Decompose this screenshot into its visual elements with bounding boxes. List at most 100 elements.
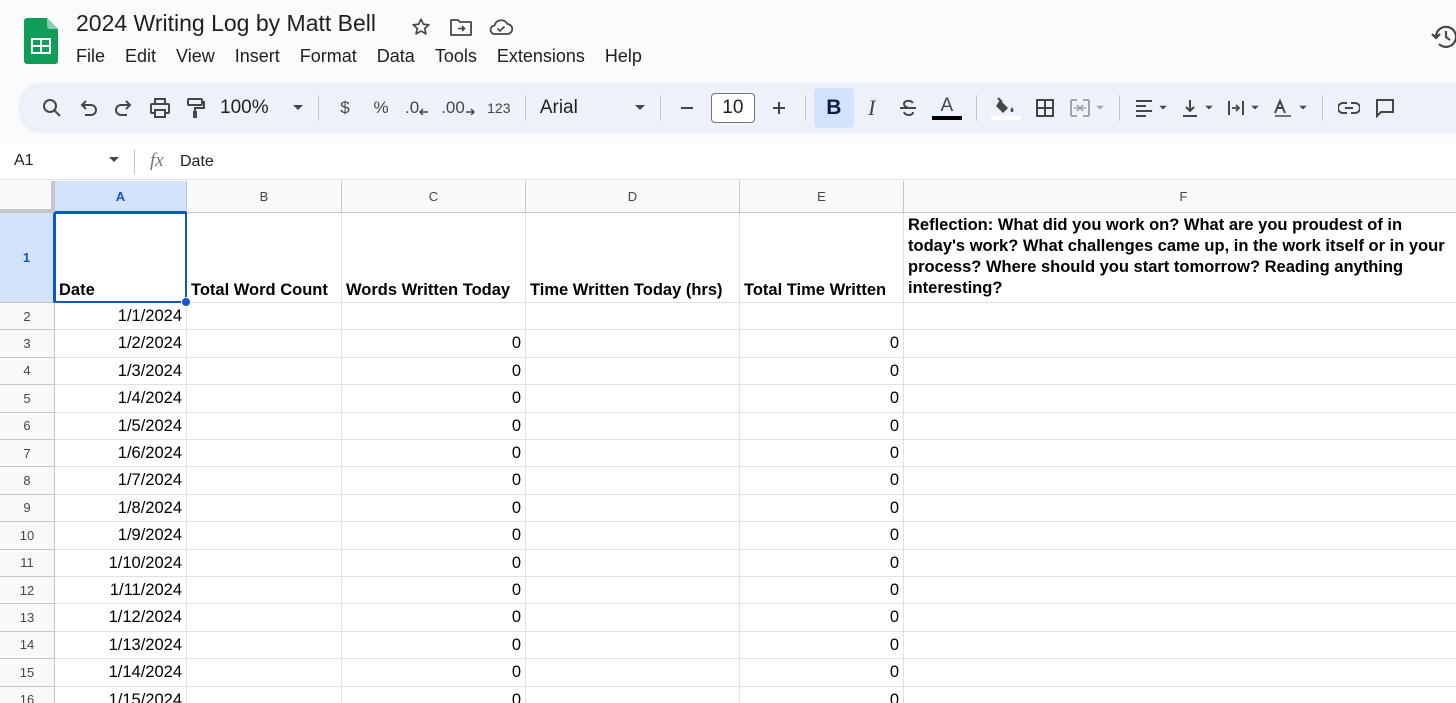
table-cell[interactable] xyxy=(187,494,342,523)
header-cell-d[interactable]: Time Written Today (hrs) xyxy=(526,213,740,303)
table-cell[interactable] xyxy=(526,686,740,703)
table-cell[interactable]: 1/7/2024 xyxy=(55,467,187,495)
table-cell[interactable]: 1/8/2024 xyxy=(55,494,187,523)
table-cell[interactable]: 1/1/2024 xyxy=(55,303,187,331)
menu-format[interactable]: Format xyxy=(290,44,367,69)
menu-view[interactable]: View xyxy=(166,44,225,69)
row-header[interactable]: 5 xyxy=(0,385,55,413)
table-cell[interactable] xyxy=(187,577,342,605)
increase-decimal-button[interactable]: .00 xyxy=(435,90,481,126)
document-title[interactable]: 2024 Writing Log by Matt Bell xyxy=(76,10,376,37)
merge-cells-button[interactable] xyxy=(1063,90,1111,126)
table-cell[interactable] xyxy=(526,385,740,413)
text-wrapping-button[interactable] xyxy=(1220,90,1266,126)
text-rotation-button[interactable] xyxy=(1266,90,1314,126)
table-cell[interactable] xyxy=(187,412,342,440)
table-cell[interactable]: 1/5/2024 xyxy=(55,412,187,440)
table-cell[interactable] xyxy=(904,659,1456,687)
table-cell[interactable]: 0 xyxy=(740,577,904,605)
borders-button[interactable] xyxy=(1027,90,1063,126)
menu-insert[interactable]: Insert xyxy=(225,44,290,69)
table-cell[interactable]: 0 xyxy=(342,686,526,703)
table-cell[interactable]: 1/12/2024 xyxy=(55,604,187,632)
row-header[interactable]: 10 xyxy=(0,522,55,550)
row-header[interactable]: 7 xyxy=(0,440,55,468)
table-cell[interactable] xyxy=(187,385,342,413)
table-cell[interactable]: 0 xyxy=(342,467,526,495)
table-cell[interactable]: 1/13/2024 xyxy=(55,631,187,660)
table-cell[interactable]: 0 xyxy=(740,330,904,358)
column-header-c[interactable]: C xyxy=(342,181,526,213)
table-cell[interactable]: 0 xyxy=(740,522,904,550)
table-cell[interactable] xyxy=(526,412,740,440)
header-cell-f[interactable]: Reflection: What did you work on? What a… xyxy=(904,213,1456,303)
table-cell[interactable]: 0 xyxy=(342,330,526,358)
table-cell[interactable]: 0 xyxy=(740,412,904,440)
table-cell[interactable] xyxy=(526,330,740,358)
table-cell[interactable] xyxy=(187,631,342,660)
name-box[interactable]: A1 xyxy=(14,152,34,170)
table-cell[interactable]: 0 xyxy=(740,494,904,523)
column-header-d[interactable]: D xyxy=(526,181,740,213)
menu-help[interactable]: Help xyxy=(595,44,652,69)
table-cell[interactable] xyxy=(187,303,342,331)
table-cell[interactable] xyxy=(187,604,342,632)
table-cell[interactable]: 1/9/2024 xyxy=(55,522,187,550)
zoom-select[interactable]: 100% xyxy=(214,90,310,126)
currency-format-button[interactable]: $ xyxy=(327,90,363,126)
table-cell[interactable] xyxy=(904,495,1456,523)
insert-link-button[interactable] xyxy=(1331,90,1367,126)
table-cell[interactable] xyxy=(904,522,1456,550)
table-cell[interactable] xyxy=(904,330,1456,358)
header-cell-a[interactable]: Date xyxy=(55,213,187,303)
table-cell[interactable] xyxy=(904,550,1456,577)
row-header[interactable]: 2 xyxy=(0,303,55,331)
menu-edit[interactable]: Edit xyxy=(115,44,166,69)
table-cell[interactable] xyxy=(526,631,740,660)
menu-file[interactable]: File xyxy=(66,44,115,69)
table-cell[interactable]: 0 xyxy=(342,440,526,468)
undo-icon[interactable] xyxy=(70,90,106,126)
strikethrough-button[interactable] xyxy=(890,90,926,126)
fill-color-button[interactable] xyxy=(985,90,1027,126)
text-color-button[interactable]: A xyxy=(926,90,968,126)
table-cell[interactable]: 0 xyxy=(740,549,904,577)
table-cell[interactable]: 0 xyxy=(342,604,526,632)
table-cell[interactable] xyxy=(904,385,1456,413)
more-formats-button[interactable]: 123 xyxy=(481,90,517,126)
paint-format-icon[interactable] xyxy=(178,90,214,126)
row-header[interactable]: 13 xyxy=(0,604,55,632)
row-header[interactable]: 16 xyxy=(0,686,55,703)
table-cell[interactable]: 0 xyxy=(342,577,526,605)
table-cell[interactable]: 0 xyxy=(342,357,526,386)
column-header-b[interactable]: B xyxy=(187,181,342,213)
sheets-logo-icon[interactable] xyxy=(24,18,58,64)
table-cell[interactable]: 0 xyxy=(740,659,904,687)
row-header[interactable]: 4 xyxy=(0,357,55,386)
vertical-align-button[interactable] xyxy=(1174,90,1220,126)
table-cell[interactable]: 0 xyxy=(740,631,904,660)
fill-handle[interactable] xyxy=(181,297,191,307)
table-cell[interactable]: 1/3/2024 xyxy=(55,357,187,386)
table-cell[interactable] xyxy=(740,303,904,331)
table-cell[interactable]: 1/2/2024 xyxy=(55,330,187,358)
bold-button[interactable]: B xyxy=(813,88,854,128)
table-cell[interactable] xyxy=(904,467,1456,495)
insert-comment-button[interactable] xyxy=(1367,90,1403,126)
table-cell[interactable] xyxy=(342,303,526,331)
table-cell[interactable] xyxy=(526,494,740,523)
table-cell[interactable] xyxy=(904,358,1456,386)
table-cell[interactable] xyxy=(187,357,342,386)
table-cell[interactable]: 0 xyxy=(740,604,904,632)
font-size-input[interactable]: 10 xyxy=(710,93,755,123)
column-header-a[interactable]: A xyxy=(55,181,187,213)
table-cell[interactable]: 1/4/2024 xyxy=(55,385,187,413)
horizontal-align-button[interactable] xyxy=(1128,90,1174,126)
redo-icon[interactable] xyxy=(106,90,142,126)
column-header-e[interactable]: E xyxy=(740,181,904,213)
table-cell[interactable] xyxy=(187,522,342,550)
table-cell[interactable]: 0 xyxy=(740,467,904,495)
table-cell[interactable] xyxy=(526,577,740,605)
row-header[interactable]: 8 xyxy=(0,467,55,495)
table-cell[interactable]: 0 xyxy=(342,494,526,523)
